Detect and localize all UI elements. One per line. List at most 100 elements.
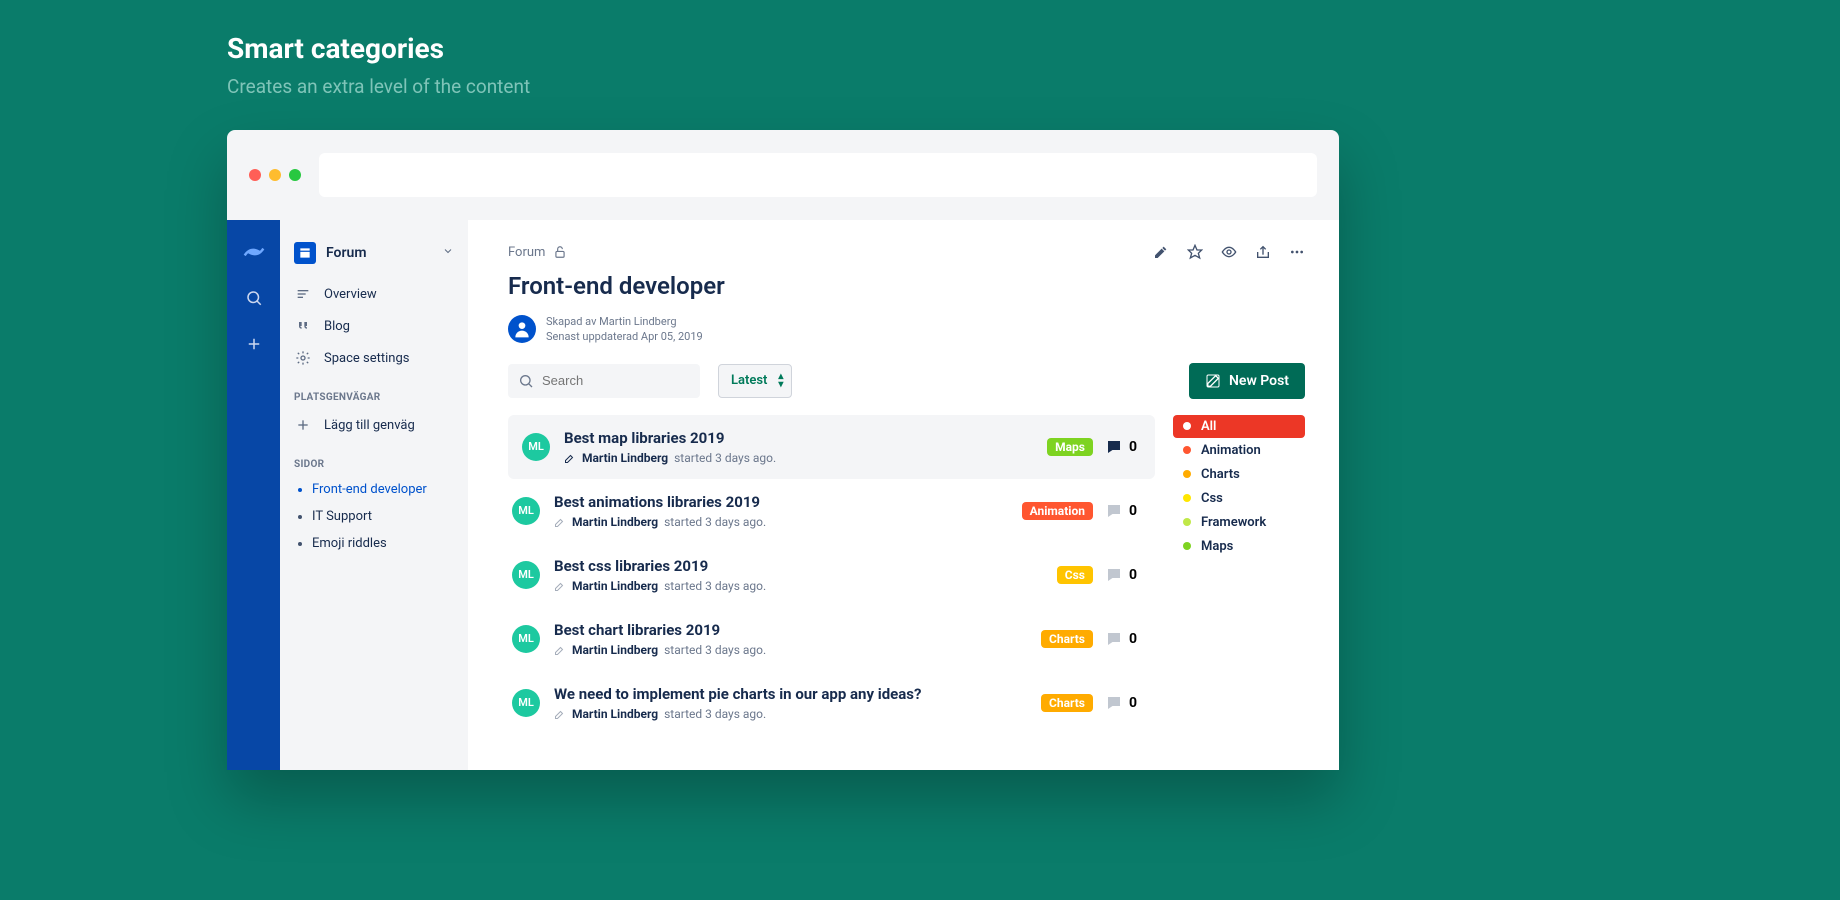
add-shortcut-button[interactable]: Lägg till genväg xyxy=(280,409,468,441)
sort-value: Latest xyxy=(731,373,767,388)
category-css[interactable]: Css xyxy=(1173,487,1305,510)
global-nav-rail xyxy=(227,220,280,770)
post-tag[interactable]: Charts xyxy=(1041,694,1093,712)
main-content: Forum Front-end developer xyxy=(468,220,1339,770)
post-tag[interactable]: Maps xyxy=(1047,438,1093,456)
star-icon[interactable] xyxy=(1187,244,1203,260)
author-avatar[interactable] xyxy=(508,315,536,343)
page-item-it-support[interactable]: IT Support xyxy=(280,503,468,530)
edit-icon[interactable] xyxy=(1153,244,1169,260)
pencil-icon xyxy=(564,452,576,464)
categories-list: All Animation Charts CssFrameworkMaps xyxy=(1173,415,1305,735)
comment-number: 0 xyxy=(1129,567,1137,583)
sidebar-item-label: Overview xyxy=(324,287,377,302)
sidebar-item-space-settings[interactable]: Space settings xyxy=(280,342,468,374)
page-item-emoji-riddles[interactable]: Emoji riddles xyxy=(280,530,468,557)
category-dot-icon xyxy=(1183,494,1191,502)
confluence-logo-icon[interactable] xyxy=(242,240,266,264)
post-avatar: ML xyxy=(522,433,550,461)
comment-number: 0 xyxy=(1129,695,1137,711)
pencil-icon xyxy=(554,580,566,592)
close-window-icon[interactable] xyxy=(249,169,261,181)
space-name: Forum xyxy=(326,245,432,261)
page-heading-subtitle: Creates an extra level of the content xyxy=(227,75,530,98)
comment-count[interactable]: 0 xyxy=(1105,566,1137,584)
post-author: Martin Lindberg xyxy=(572,515,658,529)
pencil-icon xyxy=(554,644,566,656)
post-tag[interactable]: Animation xyxy=(1022,502,1093,520)
watch-icon[interactable] xyxy=(1221,244,1237,260)
unlock-icon[interactable] xyxy=(553,245,567,259)
post-row[interactable]: MLBest css libraries 2019Martin Lindberg… xyxy=(508,543,1155,607)
url-bar[interactable] xyxy=(319,153,1317,197)
post-avatar: ML xyxy=(512,561,540,589)
category-label: Charts xyxy=(1201,467,1240,482)
comment-icon xyxy=(1105,502,1123,520)
space-selector[interactable]: Forum xyxy=(280,236,468,278)
create-icon[interactable] xyxy=(242,332,266,356)
breadcrumb[interactable]: Forum xyxy=(508,245,545,260)
post-title: Best map libraries 2019 xyxy=(564,429,1033,447)
comment-count[interactable]: 0 xyxy=(1105,502,1137,520)
search-box[interactable] xyxy=(508,364,700,398)
new-post-label: New Post xyxy=(1229,373,1289,389)
shortcuts-heading: PLATSGENVÄGAR xyxy=(280,374,468,409)
sidebar-item-blog[interactable]: Blog xyxy=(280,310,468,342)
comment-number: 0 xyxy=(1129,439,1137,455)
browser-window: Forum Overview Blog Space settings PLATSGE… xyxy=(227,130,1339,770)
pages-heading: SIDOR xyxy=(280,441,468,476)
page-item-label: Front-end developer xyxy=(312,482,427,497)
posts-list: ML Best map libraries 2019 Martin Lindberg… xyxy=(508,415,1155,735)
page-item-label: IT Support xyxy=(312,509,372,524)
category-all[interactable]: All xyxy=(1173,415,1305,438)
comment-number: 0 xyxy=(1129,631,1137,647)
post-meta-text: started 3 days ago. xyxy=(664,707,766,721)
new-post-button[interactable]: New Post xyxy=(1189,363,1305,399)
maximize-window-icon[interactable] xyxy=(289,169,301,181)
post-author: Martin Lindberg xyxy=(572,707,658,721)
category-dot-icon xyxy=(1183,542,1191,550)
sidebar-item-label: Space settings xyxy=(324,351,409,366)
category-maps[interactable]: Maps xyxy=(1173,535,1305,558)
comment-number: 0 xyxy=(1129,503,1137,519)
post-row[interactable]: ML Best chart libraries 2019 Martin Lindbe… xyxy=(508,607,1155,671)
category-charts[interactable]: Charts xyxy=(1173,463,1305,486)
post-title: Best animations libraries 2019 xyxy=(554,493,1008,511)
comment-icon xyxy=(1105,630,1123,648)
browser-chrome xyxy=(227,130,1339,220)
category-label: Animation xyxy=(1201,443,1261,458)
comment-count[interactable]: 0 xyxy=(1105,630,1137,648)
minimize-window-icon[interactable] xyxy=(269,169,281,181)
post-title: We need to implement pie charts in our a… xyxy=(554,685,1027,703)
chevron-down-icon xyxy=(442,245,454,261)
post-tag[interactable]: Charts xyxy=(1041,630,1093,648)
search-input[interactable] xyxy=(542,373,690,388)
post-author: Martin Lindberg xyxy=(572,643,658,657)
post-avatar: ML xyxy=(512,625,540,653)
post-tag[interactable]: Css xyxy=(1057,566,1093,584)
post-author: Martin Lindberg xyxy=(572,579,658,593)
post-row[interactable]: MLBest map libraries 2019Martin Lindberg… xyxy=(508,415,1155,479)
search-icon[interactable] xyxy=(242,286,266,310)
post-row[interactable]: MLWe need to implement pie charts in our… xyxy=(508,671,1155,735)
post-row[interactable]: MLBest animations libraries 2019Martin L… xyxy=(508,479,1155,543)
category-framework[interactable]: Framework xyxy=(1173,511,1305,534)
page-title: Front-end developer xyxy=(508,272,1305,300)
comment-icon xyxy=(1105,694,1123,712)
page-heading-title: Smart categories xyxy=(227,32,530,65)
bullet-icon xyxy=(298,515,302,519)
search-icon xyxy=(518,373,534,389)
more-icon[interactable] xyxy=(1289,244,1305,260)
category-animation[interactable]: Animation xyxy=(1173,439,1305,462)
page-item-front-end-developer[interactable]: Front-end developer xyxy=(280,476,468,503)
sidebar-item-overview[interactable]: Overview xyxy=(280,278,468,310)
post-title: Best chart libraries 2019 xyxy=(554,621,1027,639)
sort-select[interactable]: Latest ▴▾ xyxy=(718,364,792,398)
post-meta-text: started 3 days ago. xyxy=(664,579,766,593)
post-meta-text: started 3 days ago. xyxy=(664,643,766,657)
share-icon[interactable] xyxy=(1255,244,1271,260)
comment-count[interactable]: 0 xyxy=(1105,694,1137,712)
space-icon xyxy=(294,242,316,264)
page-item-label: Emoji riddles xyxy=(312,536,387,551)
comment-count[interactable]: 0 xyxy=(1105,438,1137,456)
